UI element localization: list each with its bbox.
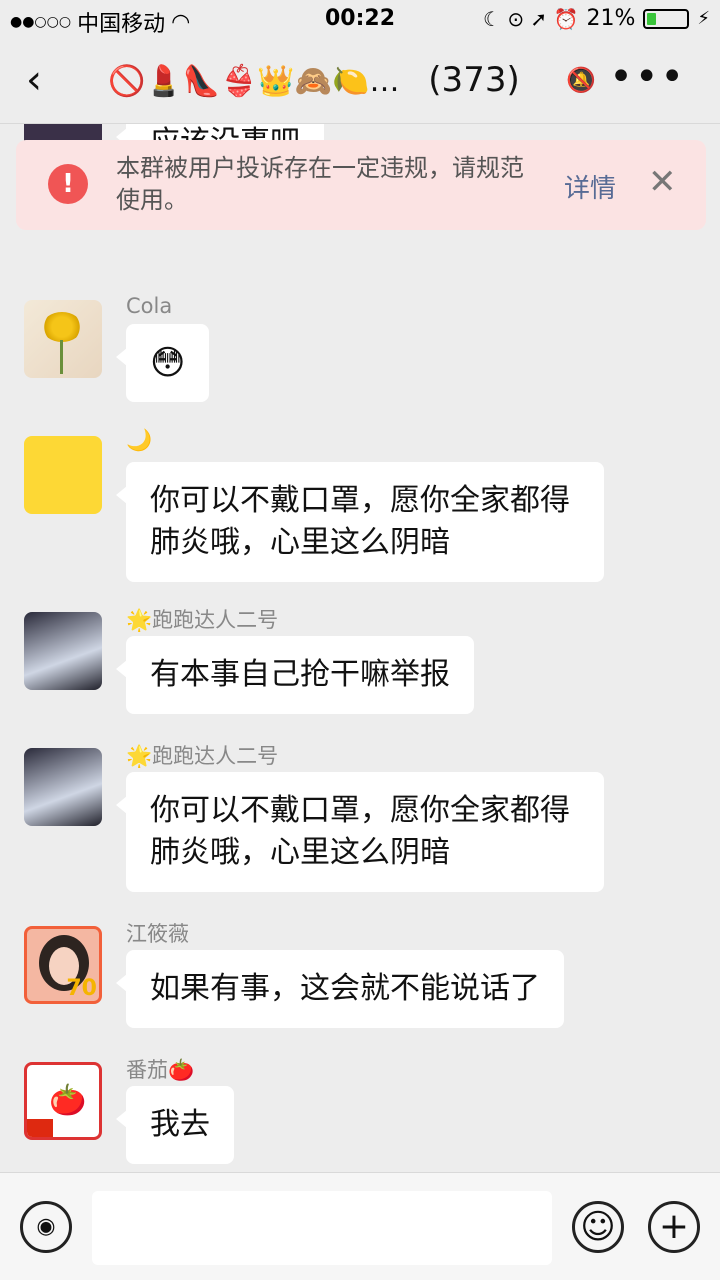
avatar-badge: 🍅	[49, 1083, 87, 1118]
sender-name: 🌟跑跑达人二号	[126, 608, 279, 632]
chat-header: ‹ 🚫💄👠👙👑🙈🍋… (373) 🔕 •••	[0, 40, 720, 124]
sender-name: 🌟跑跑达人二号	[126, 744, 279, 768]
chat-title[interactable]: 🚫💄👠👙👑🙈🍋… (373)	[108, 60, 520, 100]
battery-icon	[643, 8, 690, 29]
avatar[interactable]	[24, 748, 102, 826]
voice-icon[interactable]: ◉	[20, 1201, 72, 1253]
status-bar: ●●○○○ 中国移动 ◠ 00:22 ☾ ⊙ ➚ ⏰ 21% ⚡	[0, 0, 720, 40]
avatar[interactable]	[24, 612, 102, 690]
charging-icon: ⚡	[697, 8, 710, 29]
warning-icon: !	[48, 164, 88, 204]
plus-icon[interactable]: +	[648, 1201, 700, 1253]
message-bubble[interactable]: 你可以不戴口罩，愿你全家都得肺炎哦，心里这么阴暗	[116, 772, 604, 892]
message-input[interactable]	[92, 1191, 552, 1265]
emoji-icon[interactable]: ☺	[572, 1201, 624, 1253]
message-bubble[interactable]: 有本事自己抢干嘛举报	[116, 636, 474, 714]
violation-banner: ! 本群被用户投诉存在一定违规，请规范使用。 详情 ✕	[16, 140, 706, 230]
mute-icon: 🔕	[566, 66, 596, 94]
chat-list[interactable]: 应该没事吧 Cola 😳 🌙 你可以不戴口罩，愿你全家都得肺炎哦，心里这么阴暗 …	[0, 124, 720, 1172]
battery-percent: 21%	[586, 6, 636, 31]
avatar-badge: 70	[66, 976, 97, 1001]
member-count: (373)	[428, 60, 520, 100]
banner-message: 本群被用户投诉存在一定违规，请规范使用。	[116, 154, 524, 214]
status-icons: ☾ ⊙ ➚ ⏰	[483, 6, 579, 31]
close-icon[interactable]: ✕	[648, 162, 677, 202]
message-bubble[interactable]: 我去	[116, 1086, 234, 1164]
message-bubble[interactable]: 😳	[115, 324, 210, 402]
avatar[interactable]: 70	[24, 926, 102, 1004]
input-bar: ◉ ☺ +	[0, 1172, 720, 1280]
sender-name: 江筱薇	[126, 922, 189, 946]
back-icon[interactable]: ‹	[26, 60, 42, 100]
group-name: 🚫💄👠👙👑🙈🍋…	[108, 64, 400, 99]
sender-name: 🌙	[126, 428, 153, 452]
more-icon[interactable]: •••	[609, 54, 686, 100]
sender-name: Cola	[126, 294, 173, 318]
message-bubble[interactable]: 如果有事，这会就不能说话了	[116, 950, 564, 1028]
avatar[interactable]	[24, 300, 102, 378]
avatar[interactable]	[24, 436, 102, 514]
battery-fill	[647, 12, 657, 25]
avatar[interactable]: 🍅	[24, 1062, 102, 1140]
sender-name: 番茄🍅	[126, 1058, 195, 1082]
message-bubble[interactable]: 你可以不戴口罩，愿你全家都得肺炎哦，心里这么阴暗	[116, 462, 604, 582]
details-link[interactable]: 详情	[564, 168, 616, 205]
